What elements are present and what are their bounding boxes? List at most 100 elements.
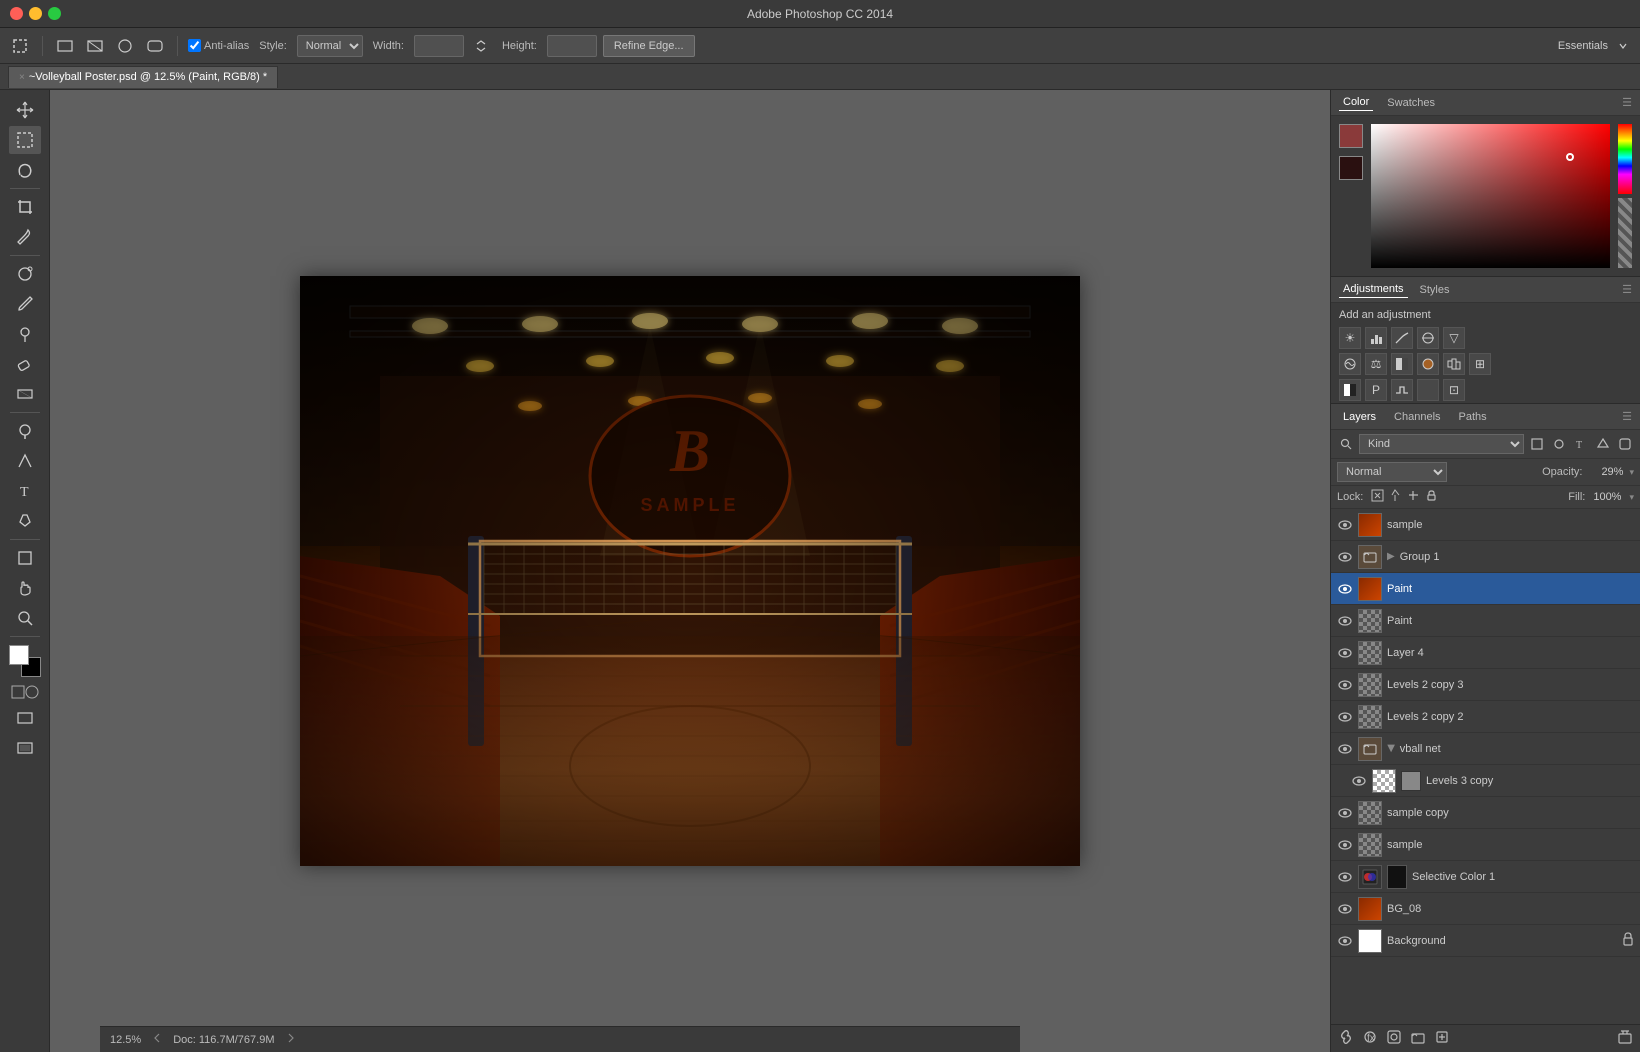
- brush-tool[interactable]: [9, 290, 41, 318]
- layer-item[interactable]: ▶ Group 1: [1331, 541, 1640, 573]
- color-panel-menu[interactable]: ☰: [1622, 96, 1632, 109]
- new-layer-icon[interactable]: [1433, 1028, 1451, 1049]
- zoom-nav-right[interactable]: [285, 1032, 297, 1047]
- move-tool[interactable]: [9, 96, 41, 124]
- pixel-filter-icon[interactable]: [1528, 435, 1546, 453]
- gradient-map-adj-icon[interactable]: [1417, 379, 1439, 401]
- photo-filter-adj-icon[interactable]: [1417, 353, 1439, 375]
- eyedropper-tool[interactable]: [9, 223, 41, 251]
- tab-layers[interactable]: Layers: [1339, 409, 1380, 425]
- layer-item-background[interactable]: Background: [1331, 925, 1640, 957]
- background-color-swatch[interactable]: [1339, 156, 1363, 180]
- layer-kind-select[interactable]: Kind: [1359, 434, 1524, 454]
- channel-mixer-adj-icon[interactable]: [1443, 353, 1465, 375]
- minimize-button[interactable]: [29, 7, 42, 20]
- layer-visibility-eye[interactable]: [1337, 805, 1353, 821]
- opacity-value[interactable]: 29%: [1588, 466, 1623, 478]
- screen-mode-button[interactable]: [9, 704, 41, 732]
- window-controls[interactable]: [10, 7, 61, 20]
- layer-item[interactable]: sample copy: [1331, 797, 1640, 829]
- lock-move-icon[interactable]: [1407, 489, 1420, 505]
- layer-visibility-eye[interactable]: [1351, 773, 1367, 789]
- hand-tool[interactable]: [9, 574, 41, 602]
- tab-styles[interactable]: Styles: [1416, 282, 1454, 298]
- adjustments-panel-menu[interactable]: ☰: [1622, 283, 1632, 296]
- hue-sat-adj-icon[interactable]: [1339, 353, 1361, 375]
- tab-paths[interactable]: Paths: [1455, 409, 1491, 425]
- add-layer-mask-icon[interactable]: [1385, 1028, 1403, 1049]
- maximize-button[interactable]: [48, 7, 61, 20]
- tab-adjustments[interactable]: Adjustments: [1339, 281, 1408, 298]
- layer-visibility-eye[interactable]: [1337, 549, 1353, 565]
- tool-marquee-icon[interactable]: [8, 36, 32, 56]
- adj-filter-icon[interactable]: [1550, 435, 1568, 453]
- marquee-tool[interactable]: [9, 126, 41, 154]
- color-lookup-adj-icon[interactable]: ⊞: [1469, 353, 1491, 375]
- delete-layer-icon[interactable]: [1616, 1028, 1634, 1049]
- zoom-tool[interactable]: [9, 604, 41, 632]
- threshold-adj-icon[interactable]: [1391, 379, 1413, 401]
- document-tab[interactable]: × ~Volleyball Poster.psd @ 12.5% (Paint,…: [8, 66, 278, 88]
- color-field[interactable]: [1371, 124, 1610, 268]
- layer-item[interactable]: Layer 4: [1331, 637, 1640, 669]
- shape-tool[interactable]: [9, 544, 41, 572]
- path-tool[interactable]: [9, 447, 41, 475]
- layer-visibility-eye[interactable]: [1337, 709, 1353, 725]
- anti-alias-label[interactable]: Anti-alias: [188, 39, 249, 52]
- blend-mode-select[interactable]: Normal: [1337, 462, 1447, 482]
- layer-item[interactable]: Paint: [1331, 605, 1640, 637]
- layer-item[interactable]: Levels 2 copy 2: [1331, 701, 1640, 733]
- layer-item[interactable]: Selective Color 1: [1331, 861, 1640, 893]
- crop-tool[interactable]: [9, 193, 41, 221]
- tool-options-icon2[interactable]: [83, 36, 107, 56]
- link-layers-icon[interactable]: [1337, 1028, 1355, 1049]
- anti-alias-checkbox[interactable]: [188, 39, 201, 52]
- tool-options-icon3[interactable]: [113, 36, 137, 56]
- height-input[interactable]: [547, 35, 597, 57]
- shape-filter-icon[interactable]: [1594, 435, 1612, 453]
- layer-item[interactable]: sample: [1331, 509, 1640, 541]
- layer-item[interactable]: BG_08: [1331, 893, 1640, 925]
- brightness-adj-icon[interactable]: ☀: [1339, 327, 1361, 349]
- width-input[interactable]: [414, 35, 464, 57]
- selective-color-adj-icon[interactable]: ⊡: [1443, 379, 1465, 401]
- quick-mask-icon[interactable]: [11, 685, 39, 702]
- lock-position-icon[interactable]: [1389, 489, 1402, 505]
- new-group-icon[interactable]: [1409, 1028, 1427, 1049]
- lock-all-icon[interactable]: [1425, 489, 1438, 505]
- layer-visibility-eye[interactable]: [1337, 645, 1353, 661]
- levels-adj-icon[interactable]: [1365, 327, 1387, 349]
- curves-adj-icon[interactable]: [1391, 327, 1413, 349]
- group-expand-arrow[interactable]: ▶: [1387, 551, 1395, 562]
- layer-visibility-eye[interactable]: [1337, 613, 1353, 629]
- opacity-slider[interactable]: [1618, 198, 1632, 268]
- workspace-dropdown-icon[interactable]: [1614, 39, 1632, 53]
- opacity-arrow[interactable]: ▾: [1629, 467, 1634, 478]
- fill-value[interactable]: 100%: [1593, 491, 1621, 503]
- foreground-color-swatch[interactable]: [1339, 124, 1363, 148]
- fill-arrow[interactable]: ▾: [1629, 492, 1634, 503]
- add-layer-style-icon[interactable]: fx: [1361, 1028, 1379, 1049]
- style-select[interactable]: Normal: [297, 35, 363, 57]
- layer-visibility-eye[interactable]: [1337, 933, 1353, 949]
- layer-visibility-eye[interactable]: [1337, 581, 1353, 597]
- swap-wh-icon[interactable]: [470, 37, 492, 55]
- pen-tool[interactable]: [9, 507, 41, 535]
- vibrance-adj-icon[interactable]: ▽: [1443, 327, 1465, 349]
- layer-item[interactable]: Levels 2 copy 3: [1331, 669, 1640, 701]
- refine-edge-button[interactable]: Refine Edge...: [603, 35, 695, 57]
- tab-channels[interactable]: Channels: [1390, 409, 1444, 425]
- patch-tool[interactable]: [9, 260, 41, 288]
- type-filter-icon[interactable]: T: [1572, 435, 1590, 453]
- layer-visibility-eye[interactable]: [1337, 869, 1353, 885]
- layer-visibility-eye[interactable]: [1337, 741, 1353, 757]
- full-screen-button[interactable]: [9, 734, 41, 762]
- color-picker-cursor[interactable]: [1566, 153, 1574, 161]
- smart-filter-icon[interactable]: [1616, 435, 1634, 453]
- layer-visibility-eye[interactable]: [1337, 901, 1353, 917]
- type-tool[interactable]: T: [9, 477, 41, 505]
- eraser-tool[interactable]: [9, 350, 41, 378]
- gradient-tool[interactable]: [9, 380, 41, 408]
- lasso-tool[interactable]: [9, 156, 41, 184]
- layer-item[interactable]: Levels 3 copy: [1331, 765, 1640, 797]
